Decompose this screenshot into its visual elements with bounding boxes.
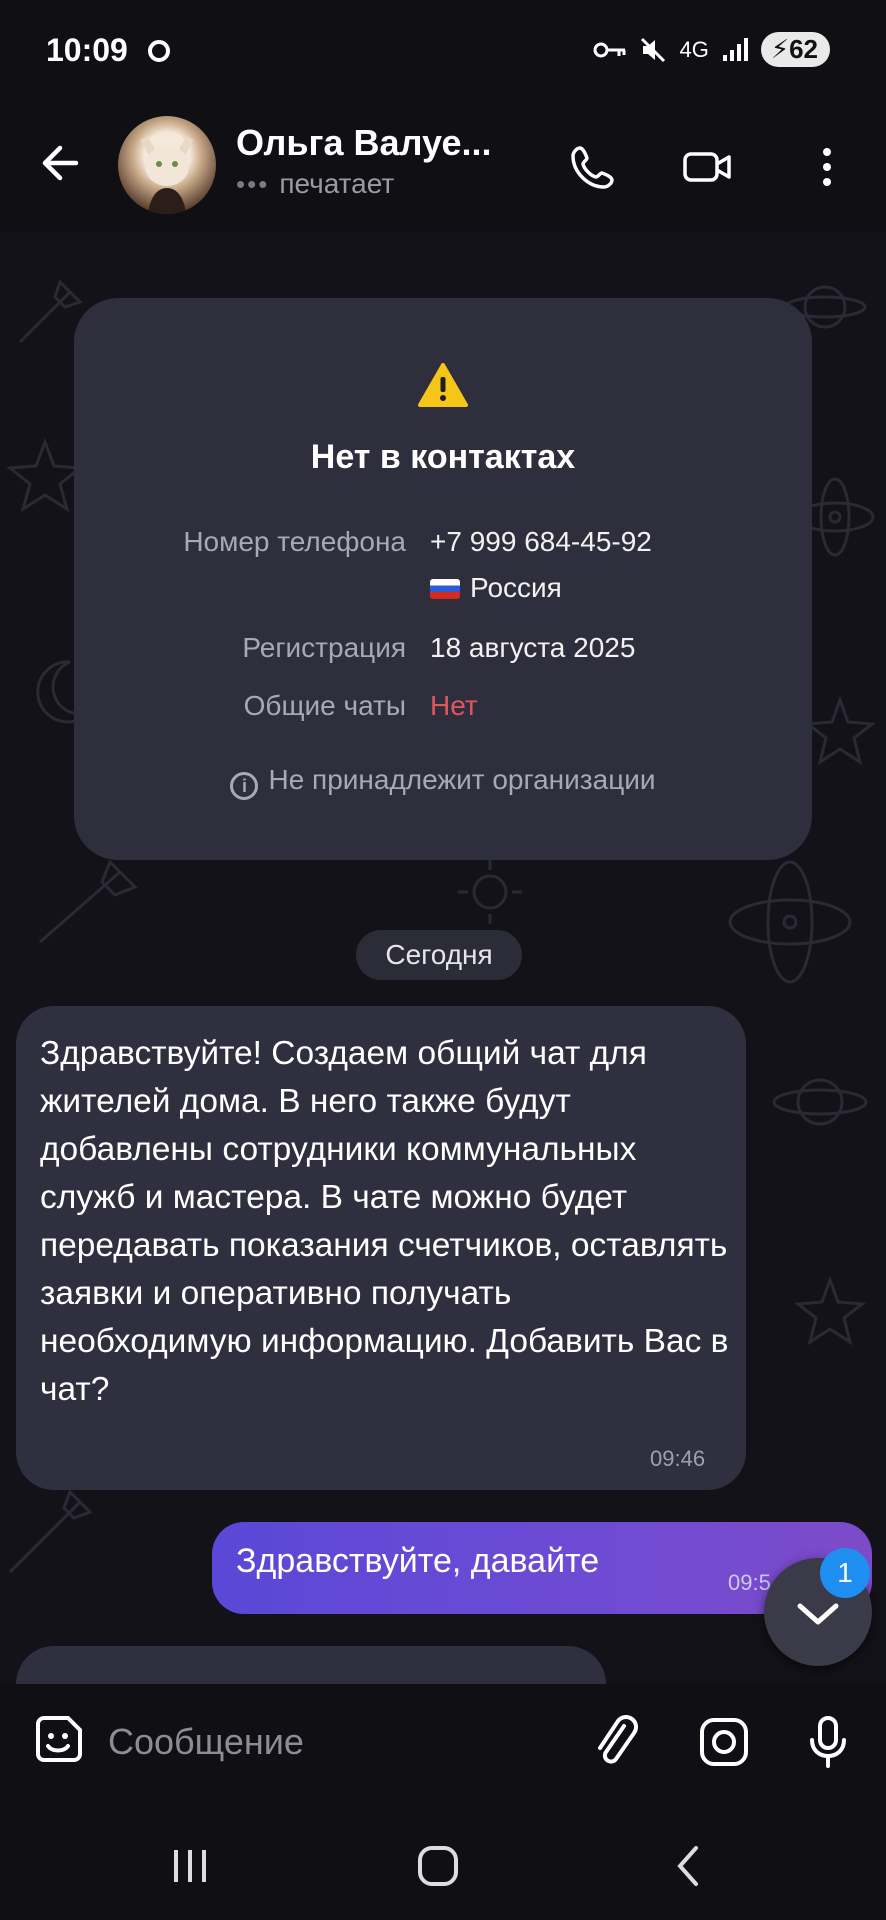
- status-time: 10:09: [46, 32, 128, 68]
- star-doodle-icon: [804, 695, 876, 766]
- vpn-key-icon: [593, 42, 626, 57]
- avatar[interactable]: [118, 116, 216, 214]
- russia-flag-icon: [430, 579, 460, 599]
- mute-icon: [641, 37, 666, 62]
- back-arrow-icon[interactable]: [36, 138, 86, 188]
- message-text: Здравствуйте! Создаем общий чат для жите…: [40, 1035, 729, 1408]
- chat-header: Ольга Валуе... ••• печатает: [0, 100, 886, 232]
- common-chats-label: Общие чаты: [243, 690, 406, 721]
- sticker-icon[interactable]: [28, 1712, 88, 1772]
- contact-info-card: Нет в контактах Номер телефона +7 999 68…: [74, 298, 812, 860]
- notification-icon: [148, 40, 170, 62]
- phone-value[interactable]: +7 999 684-45-92: [430, 526, 652, 558]
- home-icon[interactable]: [408, 1838, 468, 1894]
- signal-icon: [722, 37, 748, 61]
- star-doodle-icon: [794, 1275, 866, 1346]
- phone-label: Номер телефона: [183, 526, 406, 557]
- organization-note[interactable]: i Не принадлежит организации: [74, 764, 812, 800]
- more-vertical-icon[interactable]: [800, 140, 854, 194]
- info-icon: i: [230, 772, 259, 800]
- message-time: 09:46: [650, 1446, 706, 1471]
- attach-icon[interactable]: [586, 1712, 646, 1772]
- rocket-doodle-icon: [39, 859, 138, 944]
- typing-indicator: •••: [236, 168, 270, 199]
- message-input[interactable]: [106, 1720, 570, 1764]
- camera-icon[interactable]: [694, 1712, 754, 1772]
- planet-doodle-icon: [772, 1078, 868, 1126]
- registration-label: Регистрация: [242, 632, 406, 663]
- system-navigation-bar: [0, 1804, 886, 1920]
- phone-icon[interactable]: [566, 140, 620, 194]
- status-icons: 4G ⚡62: [593, 32, 830, 67]
- message-text: Здравствуйте, давайте: [236, 1542, 600, 1580]
- rocket-doodle-icon: [8, 1489, 93, 1574]
- registration-value: 18 августа 2025: [430, 632, 636, 663]
- typing-status: ••• печатает: [236, 168, 394, 200]
- back-nav-icon[interactable]: [660, 1838, 720, 1894]
- recent-apps-icon[interactable]: [160, 1838, 220, 1894]
- composer: [0, 1684, 886, 1804]
- microphone-icon[interactable]: [798, 1712, 858, 1772]
- card-title: Нет в контактах: [310, 438, 576, 476]
- contact-name[interactable]: Ольга Валуе...: [236, 122, 492, 164]
- status-text: печатает: [279, 168, 395, 199]
- incoming-message[interactable]: Здравствуйте! Создаем общий чат для жите…: [16, 1006, 746, 1490]
- date-separator: Сегодня: [356, 930, 522, 980]
- common-chats-value: Нет: [430, 690, 478, 721]
- video-call-icon[interactable]: [680, 140, 734, 194]
- status-bar: 10:09 4G ⚡62: [0, 0, 886, 100]
- atom-doodle-icon: [728, 860, 852, 984]
- sun-doodle-icon: [458, 860, 522, 924]
- battery-level: ⚡62: [760, 32, 830, 67]
- unread-badge: 1: [820, 1548, 870, 1598]
- warning-icon: [418, 363, 468, 407]
- country-value: Россия: [430, 572, 562, 604]
- network-type: 4G: [679, 36, 709, 62]
